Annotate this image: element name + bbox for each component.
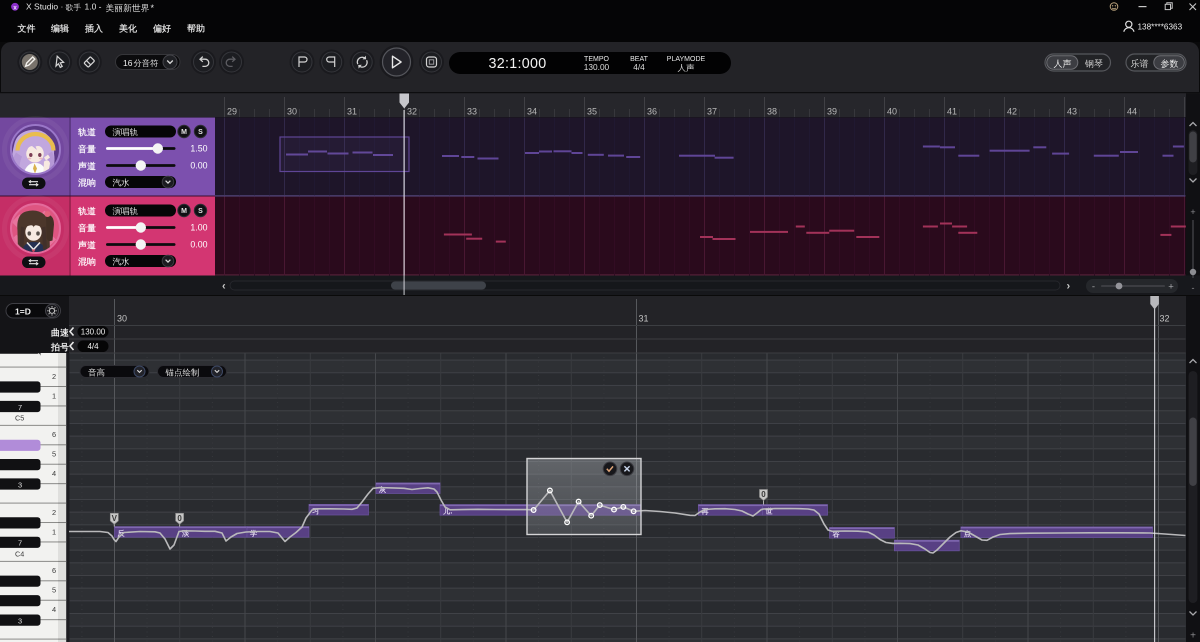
svg-text:+: + <box>1190 631 1196 642</box>
svg-text:,: , <box>450 506 452 515</box>
svg-text:1.00: 1.00 <box>190 223 207 233</box>
svg-text:0.00: 0.00 <box>190 161 207 171</box>
svg-text:0: 0 <box>177 514 182 523</box>
svg-text:44: 44 <box>1127 107 1137 117</box>
svg-text:31: 31 <box>639 314 649 324</box>
svg-text:+: + <box>1190 207 1195 217</box>
svg-text:›: › <box>1067 281 1071 293</box>
svg-text:37: 37 <box>707 107 717 117</box>
svg-text:32: 32 <box>1160 314 1170 324</box>
svg-text:3: 3 <box>18 617 22 626</box>
svg-text:33: 33 <box>467 107 477 117</box>
svg-text:+: + <box>1168 281 1174 292</box>
svg-text:1: 1 <box>52 391 56 400</box>
svg-text:2: 2 <box>52 508 56 517</box>
svg-text:PLAYMODE: PLAYMODE <box>667 56 706 63</box>
svg-text:C5: C5 <box>15 414 24 423</box>
svg-text:4/4: 4/4 <box>87 342 99 351</box>
svg-text:4: 4 <box>52 469 56 478</box>
svg-text:‹: ‹ <box>222 281 226 293</box>
svg-text:42: 42 <box>1007 107 1017 117</box>
svg-text:43: 43 <box>1067 107 1077 117</box>
svg-text:38: 38 <box>767 107 777 117</box>
svg-text:*: * <box>151 3 155 13</box>
svg-text:V: V <box>112 514 118 523</box>
svg-text:1=D: 1=D <box>15 307 31 317</box>
svg-text:138****6363: 138****6363 <box>1138 22 1183 31</box>
svg-text:M: M <box>181 208 187 215</box>
svg-text:·: · <box>61 2 64 12</box>
svg-text:36: 36 <box>647 107 657 117</box>
svg-text:4/4: 4/4 <box>633 62 645 72</box>
svg-text:130.00: 130.00 <box>584 62 610 72</box>
svg-text:130.00: 130.00 <box>81 328 106 337</box>
svg-text:5: 5 <box>52 586 56 595</box>
svg-text:35: 35 <box>587 107 597 117</box>
svg-text:6: 6 <box>52 566 56 575</box>
svg-text:1.50: 1.50 <box>190 144 207 154</box>
svg-text:4: 4 <box>52 605 56 614</box>
svg-text:-: - <box>1092 281 1095 292</box>
svg-text:S: S <box>198 129 203 136</box>
svg-text:C4: C4 <box>15 550 24 559</box>
svg-text:M: M <box>181 129 187 136</box>
svg-text:34: 34 <box>527 107 537 117</box>
svg-text:29: 29 <box>227 107 237 117</box>
svg-text:31: 31 <box>347 107 357 117</box>
svg-text:1: 1 <box>52 527 56 536</box>
svg-text:6: 6 <box>52 430 56 439</box>
svg-text:5: 5 <box>52 450 56 459</box>
svg-text:39: 39 <box>827 107 837 117</box>
svg-text:41: 41 <box>947 107 957 117</box>
svg-text:32: 32 <box>407 107 417 117</box>
svg-text:30: 30 <box>117 314 127 324</box>
svg-text:30: 30 <box>287 107 297 117</box>
svg-text:32:1:000: 32:1:000 <box>488 56 546 72</box>
svg-text:7: 7 <box>18 403 22 412</box>
svg-text:0.00: 0.00 <box>190 240 207 250</box>
svg-text:x: x <box>13 4 17 11</box>
svg-text:7: 7 <box>18 539 22 548</box>
svg-text:-: - <box>1192 283 1195 293</box>
svg-text:40: 40 <box>887 107 897 117</box>
svg-text:S: S <box>198 208 203 215</box>
svg-text:X Studio: X Studio <box>26 2 58 12</box>
svg-text:3: 3 <box>18 480 22 489</box>
svg-text:0: 0 <box>761 490 766 499</box>
svg-text:16: 16 <box>123 58 133 68</box>
svg-text:1.0 -: 1.0 - <box>85 2 102 12</box>
svg-text:2: 2 <box>52 372 56 381</box>
